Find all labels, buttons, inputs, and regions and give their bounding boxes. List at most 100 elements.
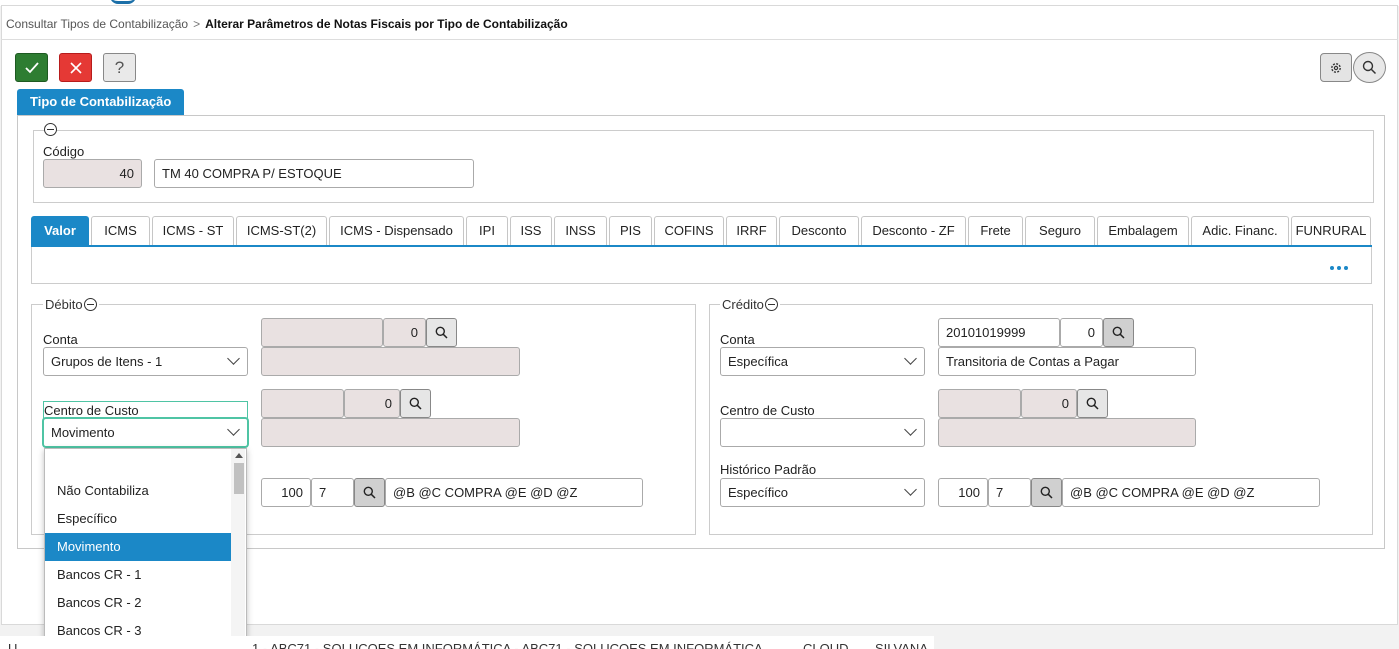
- credito-cc-search-button[interactable]: [1077, 389, 1108, 418]
- credito-title: Crédito: [722, 297, 764, 312]
- credito-cc-code-field[interactable]: [938, 389, 1021, 418]
- search-icon: [363, 486, 376, 499]
- debito-cc-code-field[interactable]: [261, 389, 344, 418]
- debito-cc-description-field[interactable]: [261, 418, 520, 447]
- status-user: SILVANA: [875, 641, 928, 649]
- scroll-up-icon[interactable]: [235, 453, 243, 458]
- breadcrumb: Consultar Tipos de Contabilização > Altera…: [6, 17, 568, 31]
- credito-conta-label: Conta: [720, 332, 755, 347]
- debito-legend: Débito: [43, 297, 99, 312]
- credito-hist-text-field[interactable]: @B @C COMPRA @E @D @Z: [1062, 478, 1320, 507]
- search-icon: [1362, 60, 1377, 75]
- tab-funrural[interactable]: FUNRURAL: [1291, 216, 1371, 245]
- debito-conta-description-field[interactable]: [261, 347, 520, 376]
- credito-conta-digit-field[interactable]: 0: [1060, 318, 1103, 347]
- chevron-down-icon: [904, 352, 917, 365]
- search-icon: [1040, 486, 1053, 499]
- debito-cc-select-value: Movimento: [51, 425, 115, 440]
- debito-hist-code-field[interactable]: 100: [261, 478, 311, 507]
- debito-conta-search-button[interactable]: [426, 318, 457, 347]
- check-icon: [24, 61, 39, 73]
- scrollbar-thumb[interactable]: [234, 463, 244, 494]
- debito-conta-code-field[interactable]: [261, 318, 383, 347]
- credito-conta-description-field[interactable]: Transitoria de Contas a Pagar: [938, 347, 1196, 376]
- credito-hist-select-value: Específico: [728, 485, 788, 500]
- credito-cc-digit-field[interactable]: 0: [1021, 389, 1077, 418]
- credito-conta-select-value: Específica: [728, 354, 788, 369]
- breadcrumb-parent-link[interactable]: Consultar Tipos de Contabilização: [6, 17, 188, 31]
- credito-hist-search-button[interactable]: [1031, 478, 1062, 507]
- tab-iss[interactable]: ISS: [510, 216, 552, 245]
- debito-cc-digit-field[interactable]: 0: [344, 389, 400, 418]
- dropdown-scrollbar[interactable]: [231, 449, 245, 646]
- dropdown-option[interactable]: Bancos CR - 1: [45, 561, 232, 589]
- search-icon: [1086, 397, 1099, 410]
- settings-button[interactable]: [1320, 53, 1352, 82]
- dropdown-option[interactable]: Bancos CR - 2: [45, 589, 232, 617]
- more-tabs-icon[interactable]: [1330, 266, 1348, 270]
- search-button[interactable]: [1353, 52, 1386, 83]
- debito-conta-select-value: Grupos de Itens - 1: [51, 354, 163, 369]
- collapse-icon[interactable]: [83, 298, 97, 311]
- header-divider: [1, 39, 1398, 40]
- collapse-icon[interactable]: [44, 123, 57, 136]
- search-icon: [409, 397, 422, 410]
- cancel-button[interactable]: [59, 53, 92, 82]
- breadcrumb-separator: >: [193, 17, 201, 31]
- chevron-down-icon: [227, 423, 240, 436]
- status-bar: U 1 - ABC71 - SOLUCOES EM INFORMÁTICA - …: [0, 636, 934, 649]
- tab-embalagem[interactable]: Embalagem: [1097, 216, 1189, 245]
- confirm-button[interactable]: [15, 53, 48, 82]
- tab-icms[interactable]: ICMS: [91, 216, 150, 245]
- debito-conta-label: Conta: [43, 332, 78, 347]
- tab-icms-st2[interactable]: ICMS-ST(2): [236, 216, 327, 245]
- codigo-description-field[interactable]: TM 40 COMPRA P/ ESTOQUE: [154, 159, 474, 188]
- help-icon: ?: [114, 57, 125, 77]
- tab-pis[interactable]: PIS: [609, 216, 652, 245]
- tab-valor[interactable]: Valor: [31, 216, 89, 245]
- debito-hist-text-field[interactable]: @B @C COMPRA @E @D @Z: [385, 478, 643, 507]
- search-icon: [1112, 326, 1125, 339]
- chevron-down-icon: [227, 352, 240, 365]
- status-left: U: [8, 641, 18, 649]
- debito-cc-search-button[interactable]: [400, 389, 431, 418]
- credito-conta-select[interactable]: Específica: [720, 347, 925, 376]
- debito-conta-digit-field[interactable]: 0: [383, 318, 426, 347]
- debito-hist-search-button[interactable]: [354, 478, 385, 507]
- tab-seguro[interactable]: Seguro: [1025, 216, 1095, 245]
- tab-desconto[interactable]: Desconto: [779, 216, 859, 245]
- credito-hist-select[interactable]: Específico: [720, 478, 925, 507]
- tab-frete[interactable]: Frete: [968, 216, 1023, 245]
- status-environment: CLOUD: [803, 641, 849, 649]
- tab-ipi[interactable]: IPI: [466, 216, 508, 245]
- credito-conta-search-button[interactable]: [1103, 318, 1134, 347]
- credito-hist-digit-field[interactable]: 7: [988, 478, 1031, 507]
- debito-conta-select[interactable]: Grupos de Itens - 1: [43, 347, 248, 376]
- tab-adic-financ[interactable]: Adic. Financ.: [1191, 216, 1289, 245]
- codigo-field[interactable]: 40: [43, 159, 142, 188]
- tab-desconto-zf[interactable]: Desconto - ZF: [861, 216, 966, 245]
- tab-icms-st[interactable]: ICMS - ST: [152, 216, 234, 245]
- tab-cofins[interactable]: COFINS: [654, 216, 724, 245]
- credito-conta-code-field[interactable]: 20101019999: [938, 318, 1060, 347]
- credito-cc-select[interactable]: [720, 418, 925, 447]
- debito-hist-digit-field[interactable]: 7: [311, 478, 354, 507]
- tab-content: [31, 247, 1372, 284]
- dropdown-option-selected[interactable]: Movimento: [45, 533, 232, 561]
- credito-cc-description-field[interactable]: [938, 418, 1196, 447]
- help-button[interactable]: ?: [103, 53, 136, 82]
- dropdown-option[interactable]: Não Contabiliza: [45, 477, 232, 505]
- centro-custo-dropdown: Não Contabiliza Específico Movimento Ban…: [44, 448, 247, 647]
- tab-irrf[interactable]: IRRF: [726, 216, 777, 245]
- debito-cc-select[interactable]: Movimento: [43, 418, 248, 447]
- status-company: 1 - ABC71 - SOLUCOES EM INFORMÁTICA - AB…: [252, 641, 763, 649]
- search-icon: [435, 326, 448, 339]
- dropdown-option[interactable]: Específico: [45, 505, 232, 533]
- section-tab-tipo-contabilizacao[interactable]: Tipo de Contabilização: [17, 89, 185, 115]
- credito-hist-code-field[interactable]: 100: [938, 478, 988, 507]
- collapse-icon[interactable]: [764, 298, 778, 311]
- tab-inss[interactable]: INSS: [554, 216, 607, 245]
- credito-cc-label: Centro de Custo: [720, 403, 815, 418]
- logo-fragment: [110, 0, 136, 4]
- tab-icms-dispensado[interactable]: ICMS - Dispensado: [329, 216, 464, 245]
